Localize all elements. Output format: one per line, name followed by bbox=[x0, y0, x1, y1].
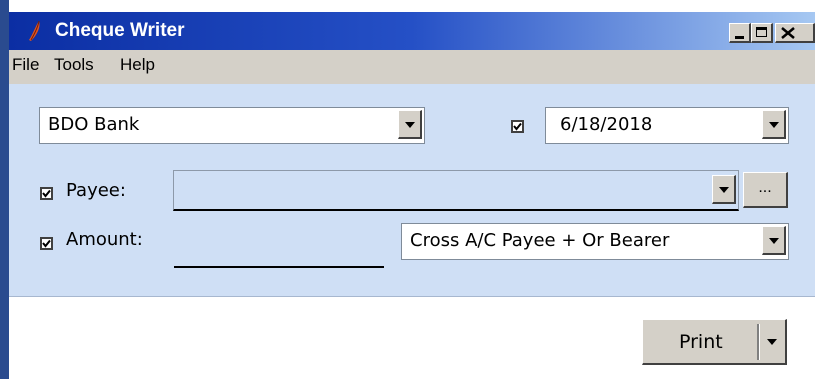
checkmark-icon bbox=[42, 239, 51, 248]
menu-bar: File Tools Help bbox=[9, 50, 815, 84]
bank-select-value: BDO Bank bbox=[48, 114, 140, 135]
menu-tools[interactable]: Tools bbox=[54, 55, 94, 75]
payee-browse-button[interactable]: ... bbox=[743, 172, 788, 208]
date-dropdown-button[interactable] bbox=[762, 110, 786, 139]
print-button-separator bbox=[757, 324, 760, 360]
close-icon bbox=[781, 27, 795, 39]
close-button[interactable] bbox=[775, 23, 815, 43]
window-title: Cheque Writer bbox=[55, 20, 185, 41]
bank-select[interactable]: BDO Bank bbox=[39, 107, 425, 144]
cheque-writer-window: Cheque Writer File Tools Help BDO Bank 6… bbox=[0, 0, 815, 379]
payee-label: Payee: bbox=[66, 180, 126, 201]
date-picker[interactable]: 6/18/2018 bbox=[545, 107, 789, 144]
print-button[interactable]: Print bbox=[642, 319, 787, 365]
minimize-icon bbox=[735, 36, 744, 39]
bank-dropdown-button[interactable] bbox=[398, 110, 422, 139]
payee-combo[interactable] bbox=[173, 170, 739, 211]
crossing-dropdown-button[interactable] bbox=[762, 226, 786, 255]
date-picker-value: 6/18/2018 bbox=[560, 114, 653, 135]
window-left-border bbox=[0, 0, 9, 379]
maximize-icon bbox=[756, 27, 767, 37]
crossing-select-value: Cross A/C Payee + Or Bearer bbox=[410, 230, 670, 251]
checkmark-icon bbox=[513, 122, 522, 131]
menu-file[interactable]: File bbox=[12, 55, 39, 75]
checkmark-icon bbox=[42, 189, 51, 198]
amount-checkbox[interactable] bbox=[40, 237, 53, 250]
amount-label: Amount: bbox=[66, 229, 143, 250]
quill-app-icon bbox=[29, 21, 40, 41]
amount-input[interactable] bbox=[174, 232, 384, 268]
payee-checkbox[interactable] bbox=[40, 187, 53, 200]
crossing-select[interactable]: Cross A/C Payee + Or Bearer bbox=[401, 223, 789, 260]
maximize-button[interactable] bbox=[751, 23, 773, 43]
menu-help[interactable]: Help bbox=[120, 55, 155, 75]
print-options-arrow-icon[interactable] bbox=[767, 339, 777, 345]
minimize-button[interactable] bbox=[729, 23, 751, 43]
payee-dropdown-button[interactable] bbox=[712, 175, 736, 204]
amount-underline bbox=[174, 266, 384, 268]
date-checkbox[interactable] bbox=[511, 120, 524, 133]
cheque-form-panel: BDO Bank 6/18/2018 Payee: ... Amount: Cr… bbox=[9, 84, 815, 297]
title-bar[interactable]: Cheque Writer bbox=[9, 12, 815, 50]
print-button-label: Print bbox=[679, 331, 723, 353]
